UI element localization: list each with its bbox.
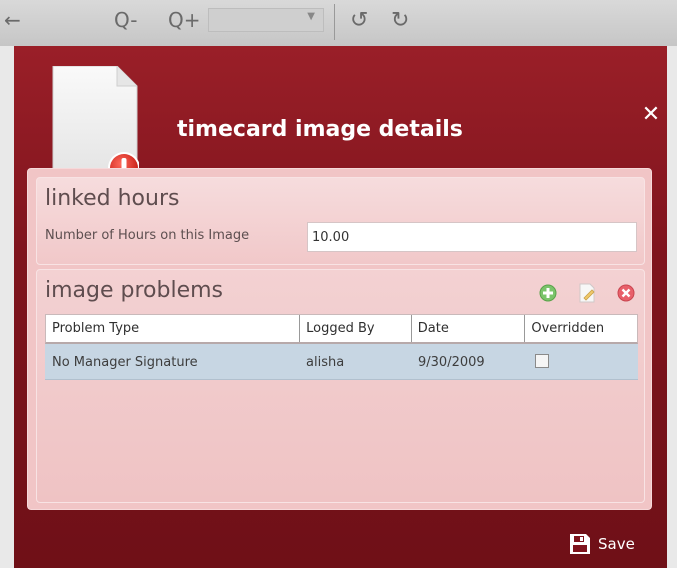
dialog-title: timecard image details [177, 117, 463, 142]
linked-hours-section: linked hours Number of Hours on this Ima… [36, 177, 645, 265]
image-problems-heading: image problems [45, 278, 224, 303]
cell-problem-type: No Manager Signature [52, 355, 198, 370]
document-error-icon [52, 66, 139, 184]
rotate-left-icon[interactable]: ↺ [350, 8, 368, 33]
column-header-problem-type[interactable]: Problem Type [46, 315, 299, 342]
problems-grid: Problem Type Logged By Date Overridden N… [45, 314, 638, 380]
cell-logged-by: alisha [306, 355, 345, 370]
toolbar-divider [334, 4, 335, 40]
details-panel: linked hours Number of Hours on this Ima… [27, 168, 652, 510]
problem-toolbar [524, 282, 636, 304]
close-icon[interactable]: ✕ [640, 104, 662, 126]
chevron-down-icon: ▼ [307, 11, 315, 22]
delete-icon[interactable] [616, 283, 636, 303]
zoom-out-icon[interactable]: Q- [114, 8, 138, 32]
back-icon[interactable]: ← [4, 8, 21, 32]
edit-icon[interactable] [577, 283, 597, 303]
hours-input[interactable] [307, 222, 637, 252]
save-button[interactable]: Save [568, 528, 635, 560]
add-icon[interactable] [538, 283, 558, 303]
table-row[interactable]: No Manager Signature alisha 9/30/2009 [45, 344, 638, 380]
grid-header: Problem Type Logged By Date Overridden [45, 314, 638, 344]
overridden-checkbox[interactable] [535, 354, 549, 368]
zoom-in-icon[interactable]: Q+ [168, 8, 201, 32]
viewer-toolbar: ← Q- Q+ ▼ ↺ ↻ [0, 0, 677, 46]
floppy-disk-icon [570, 534, 590, 554]
column-header-date[interactable]: Date [410, 315, 525, 342]
linked-hours-heading: linked hours [45, 186, 180, 211]
cell-overridden [525, 344, 638, 379]
cell-date: 9/30/2009 [418, 355, 485, 370]
image-problems-section: image problems Problem Type Logged By Da… [36, 269, 645, 503]
rotate-right-icon[interactable]: ↻ [391, 8, 409, 33]
zoom-select[interactable]: ▼ [208, 8, 324, 32]
save-label: Save [598, 535, 635, 553]
column-header-overridden[interactable]: Overridden [524, 315, 637, 342]
hours-field-label: Number of Hours on this Image [45, 228, 250, 243]
column-header-logged-by[interactable]: Logged By [299, 315, 411, 342]
